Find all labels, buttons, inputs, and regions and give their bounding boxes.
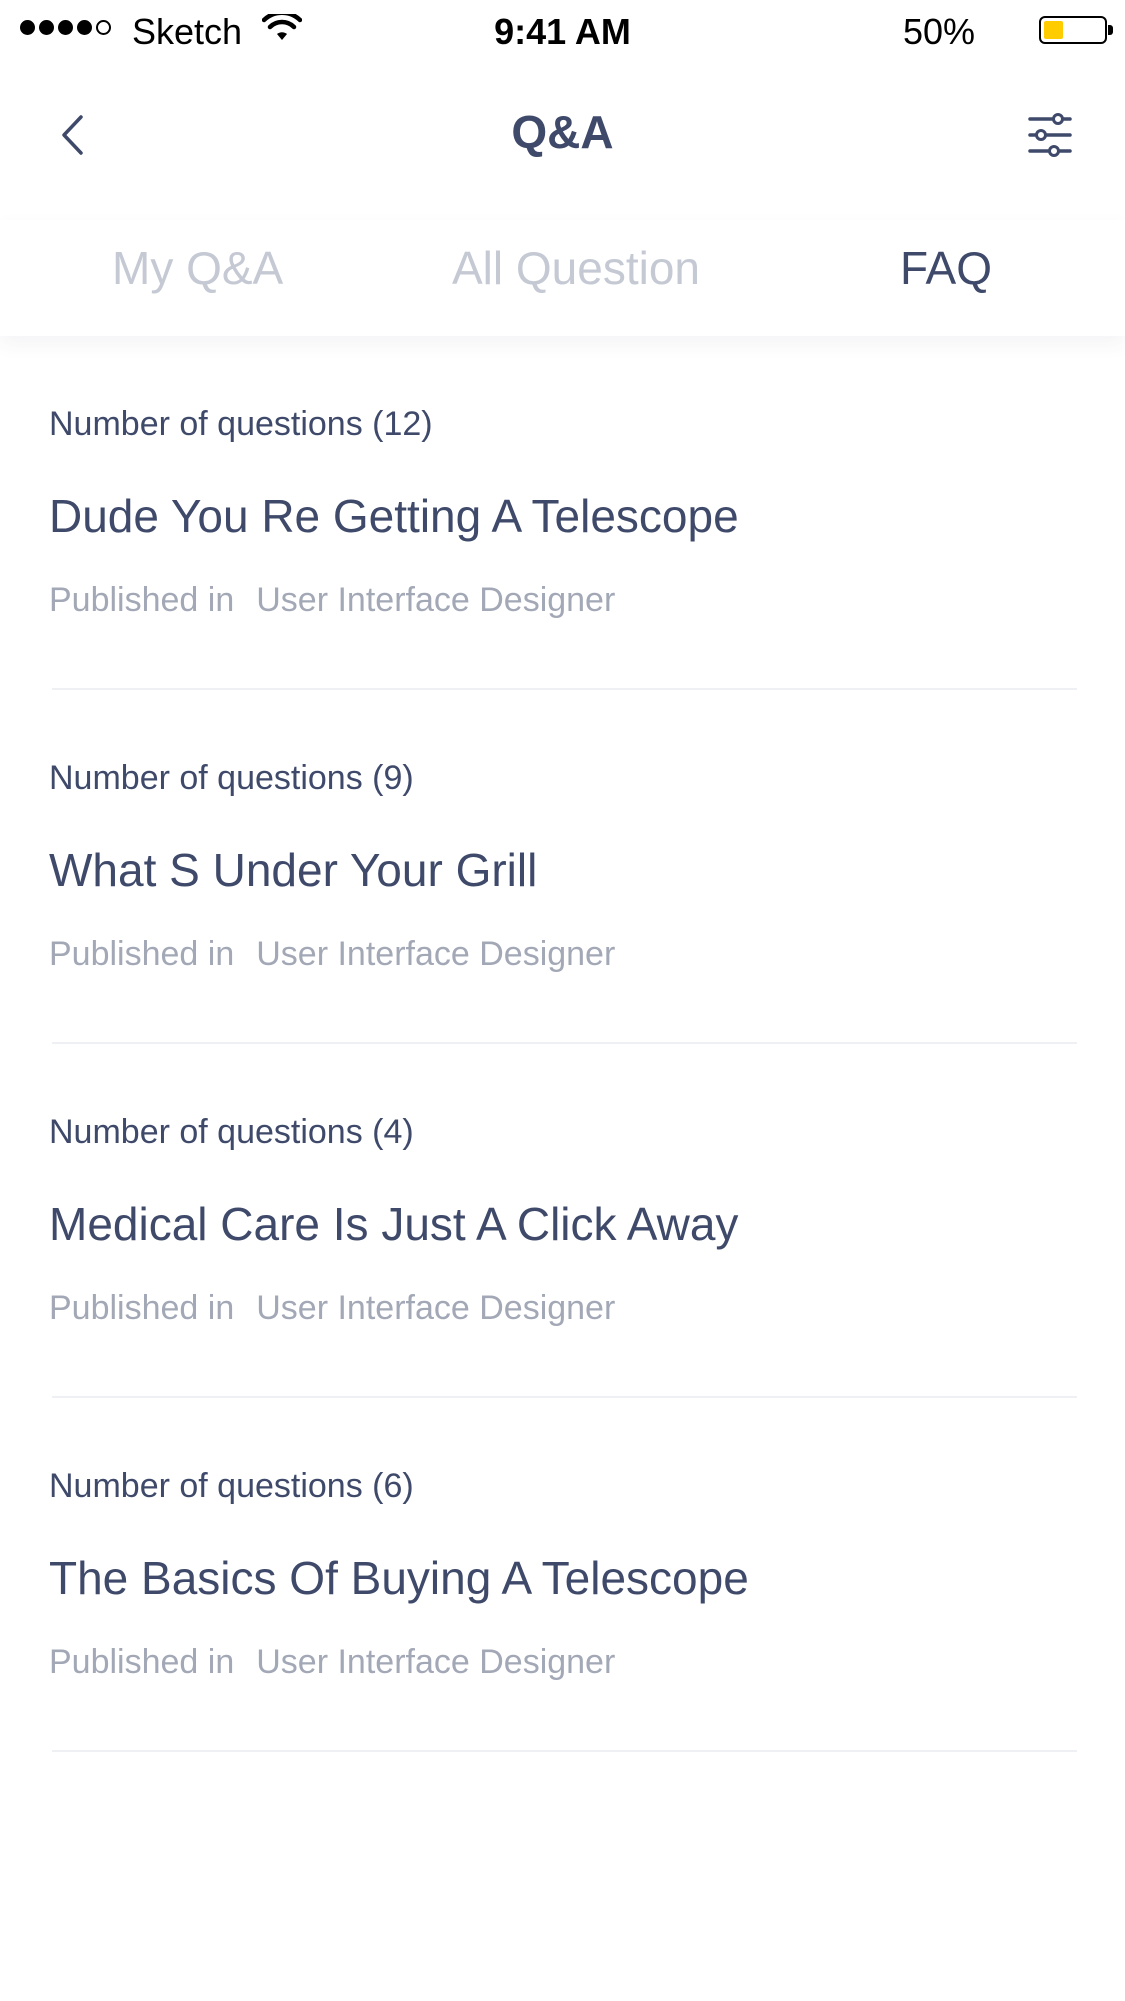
faq-meta: Published in User Interface Designer (49, 1286, 615, 1330)
question-count: Number of questions (6) (49, 1467, 414, 1505)
tab-bar: My Q&A All Question FAQ (0, 220, 1125, 336)
sliders-icon (1028, 113, 1072, 157)
faq-meta: Published in User Interface Designer (49, 1640, 615, 1684)
faq-meta: Published in User Interface Designer (49, 578, 615, 622)
category-label: User Interface Designer (256, 1289, 616, 1327)
faq-title[interactable]: Medical Care Is Just A Click Away (49, 1194, 738, 1254)
faq-list: Number of questions (12) Dude You Re Get… (0, 336, 1125, 1752)
page-title: Q&A (511, 106, 614, 158)
battery-percent: 50% (902, 11, 975, 52)
category-label: User Interface Designer (256, 581, 616, 619)
tab-my-qa[interactable]: My Q&A (112, 238, 283, 298)
question-count: Number of questions (4) (49, 1113, 414, 1151)
divider (52, 1750, 1077, 1752)
published-label: Published in (49, 1289, 235, 1327)
category-label: User Interface Designer (256, 935, 616, 973)
tab-faq[interactable]: FAQ (900, 238, 992, 298)
question-count: Number of questions (12) (49, 405, 433, 443)
filter-button[interactable] (1021, 106, 1079, 164)
faq-title[interactable]: The Basics Of Buying A Telescope (49, 1548, 749, 1608)
published-label: Published in (49, 935, 235, 973)
faq-meta: Published in User Interface Designer (49, 932, 615, 976)
tab-all-question[interactable]: All Question (452, 238, 700, 298)
category-label: User Interface Designer (256, 1643, 616, 1681)
faq-list-item[interactable]: Number of questions (9) What S Under You… (0, 690, 1125, 1044)
faq-list-item[interactable]: Number of questions (4) Medical Care Is … (0, 1044, 1125, 1398)
published-label: Published in (49, 1643, 235, 1681)
faq-title[interactable]: What S Under Your Grill (49, 840, 537, 900)
faq-list-item[interactable]: Number of questions (12) Dude You Re Get… (0, 336, 1125, 690)
faq-title[interactable]: Dude You Re Getting A Telescope (49, 486, 739, 546)
status-bar: Sketch 9:41 AM 50% (0, 0, 1125, 64)
battery-icon (1039, 16, 1113, 44)
faq-list-item[interactable]: Number of questions (6) The Basics Of Bu… (0, 1398, 1125, 1752)
published-label: Published in (49, 581, 235, 619)
battery-fill (1044, 21, 1063, 39)
nav-bar: Q&A (0, 80, 1125, 190)
question-count: Number of questions (9) (49, 759, 414, 797)
